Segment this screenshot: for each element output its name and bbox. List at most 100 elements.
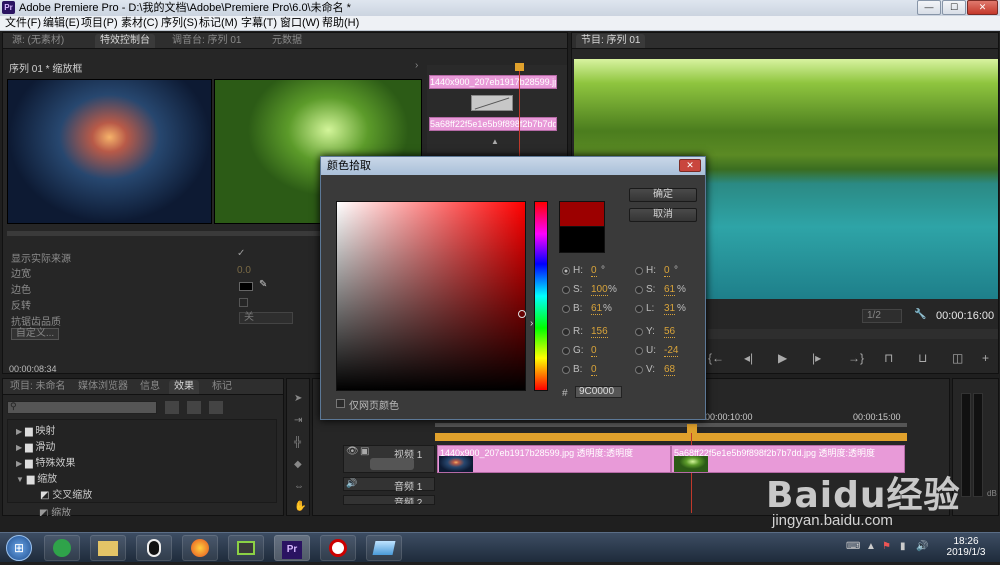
- field-value-s[interactable]: 100: [591, 284, 608, 296]
- eyedropper-icon[interactable]: ✎: [259, 279, 267, 290]
- tab-effect-controls[interactable]: 特效控制台: [95, 34, 155, 48]
- work-area-bar[interactable]: [435, 433, 907, 441]
- network-tray-icon[interactable]: ▮: [900, 541, 906, 552]
- record-icon[interactable]: [320, 535, 356, 561]
- eye-icon[interactable]: 👁: [346, 446, 359, 457]
- mini-playhead[interactable]: [519, 65, 520, 165]
- radio-h-right[interactable]: [635, 267, 643, 275]
- radio-g[interactable]: [562, 347, 570, 355]
- close-window-button[interactable]: ✕: [967, 0, 998, 15]
- hand-tool-icon[interactable]: ✋: [294, 501, 306, 512]
- go-to-in-icon[interactable]: {←: [708, 351, 724, 365]
- original-color-swatch[interactable]: [559, 227, 605, 253]
- tab-info[interactable]: 信息: [135, 380, 165, 394]
- menu-help[interactable]: 帮助(H): [322, 17, 359, 30]
- firefox-icon[interactable]: [182, 535, 218, 561]
- tab-media-browser[interactable]: 媒体浏览器: [73, 380, 133, 394]
- ripple-edit-tool-icon[interactable]: ╬: [294, 437, 301, 448]
- accelerated-effects-icon[interactable]: [165, 401, 179, 414]
- radio-u[interactable]: [635, 347, 643, 355]
- custom-button[interactable]: 自定义...: [11, 328, 59, 340]
- tree-item-zoom[interactable]: ▼ ▆ 缩放: [16, 470, 57, 485]
- 32bit-effects-icon[interactable]: [187, 401, 201, 414]
- radio-s-right[interactable]: [635, 286, 643, 294]
- razor-tool-icon[interactable]: ◆: [294, 459, 302, 470]
- speaker-icon[interactable]: 🔊: [346, 478, 357, 489]
- field-value-l[interactable]: 31: [664, 303, 676, 315]
- premiere-icon[interactable]: Pr: [274, 535, 310, 561]
- prop-value-border-width[interactable]: 0.0: [237, 265, 251, 276]
- start-button[interactable]: ⊞: [6, 535, 32, 561]
- tray-arrow-icon[interactable]: ▲: [866, 541, 876, 552]
- tree-item-zoom-transition[interactable]: ◩ 缩放: [39, 504, 71, 516]
- cancel-button[interactable]: 取消: [629, 208, 697, 222]
- hue-slider-arrow-icon[interactable]: ›: [530, 318, 533, 329]
- tree-item-mapping[interactable]: ▶ ▆ 映射: [16, 422, 55, 437]
- hex-input[interactable]: 9C0000: [575, 386, 622, 398]
- maximize-button[interactable]: ☐: [942, 0, 966, 15]
- track-display-toggle[interactable]: [370, 458, 414, 470]
- mini-transition[interactable]: [471, 95, 513, 111]
- menu-sequence[interactable]: 序列(S): [161, 17, 198, 30]
- field-value-u[interactable]: -24: [664, 345, 679, 357]
- color-field-marker[interactable]: [518, 310, 526, 318]
- web-colors-checkbox[interactable]: [336, 399, 345, 408]
- tree-item-cross-zoom[interactable]: ◩ 交叉缩放: [40, 486, 92, 501]
- effects-search-input[interactable]: ⚲: [7, 401, 157, 414]
- field-value-b-rgb[interactable]: 0: [591, 364, 597, 376]
- tree-item-slide[interactable]: ▶ ▆ 滑动: [16, 438, 55, 453]
- mini-clip-b[interactable]: 5a68ff22f5e1e5b9f898f2b7b7dd: [429, 117, 557, 131]
- field-value-y[interactable]: 56: [664, 326, 676, 338]
- panel-collapse-icon[interactable]: ›: [415, 60, 418, 71]
- tab-program[interactable]: 节目: 序列 01: [576, 34, 646, 48]
- prop-checkbox-reverse[interactable]: [239, 298, 248, 307]
- clock[interactable]: 18:26 2019/1/3: [944, 536, 988, 558]
- lift-icon[interactable]: ⊓: [884, 351, 893, 365]
- menu-clip[interactable]: 素材(C): [121, 17, 158, 30]
- menu-marker[interactable]: 标记(M): [199, 17, 238, 30]
- slip-tool-icon[interactable]: ⇔: [294, 481, 304, 492]
- radio-b-left[interactable]: [562, 305, 570, 313]
- mini-clip-a[interactable]: 1440x900_207eb1917b28599.jpg: [429, 75, 557, 89]
- field-value-h-hsl[interactable]: 0: [664, 265, 670, 277]
- field-value-g[interactable]: 0: [591, 345, 597, 357]
- tab-metadata[interactable]: 元数据: [267, 34, 307, 48]
- saturation-brightness-field[interactable]: [336, 201, 526, 391]
- menu-file[interactable]: 文件(F): [5, 17, 41, 30]
- volume-tray-icon[interactable]: 🔊: [916, 541, 928, 552]
- dialog-close-button[interactable]: ✕: [679, 159, 701, 172]
- antialias-dropdown[interactable]: 关: [239, 312, 293, 324]
- step-back-icon[interactable]: ◂|: [744, 351, 753, 365]
- tab-markers[interactable]: 标记: [207, 380, 237, 394]
- field-value-v[interactable]: 68: [664, 364, 676, 376]
- field-value-h[interactable]: 0: [591, 265, 597, 277]
- prop-checkbox-show-source[interactable]: ✓: [237, 248, 245, 259]
- selection-tool-icon[interactable]: ➤: [294, 393, 302, 404]
- radio-b-rgb[interactable]: [562, 366, 570, 374]
- radio-h-left[interactable]: [562, 267, 570, 275]
- security-tray-icon[interactable]: ⚑: [882, 541, 891, 552]
- extract-icon[interactable]: ⊔: [918, 351, 927, 365]
- timeline-ruler[interactable]: [435, 423, 907, 427]
- border-color-swatch[interactable]: [239, 282, 253, 291]
- menu-title[interactable]: 字幕(T): [241, 17, 277, 30]
- ok-button[interactable]: 确定: [629, 188, 697, 202]
- tree-item-special-effects[interactable]: ▶ ▆ 特殊效果: [16, 454, 75, 469]
- program-scrubber[interactable]: [708, 329, 998, 339]
- field-value-b[interactable]: 61: [591, 303, 603, 315]
- play-icon[interactable]: ▶: [778, 351, 787, 365]
- field-value-s-hsl[interactable]: 61: [664, 284, 676, 296]
- video-clip-1[interactable]: 1440x900_207eb1917b28599.jpg 透明度:透明度: [437, 445, 671, 473]
- tab-project[interactable]: 项目: 未命名: [5, 380, 71, 394]
- menu-project[interactable]: 项目(P): [81, 17, 118, 30]
- radio-r[interactable]: [562, 328, 570, 336]
- track-select-tool-icon[interactable]: ⇥: [294, 415, 302, 426]
- tab-effects[interactable]: 效果: [169, 380, 199, 394]
- go-to-out-icon[interactable]: →}: [848, 351, 864, 365]
- minimize-button[interactable]: —: [917, 0, 941, 15]
- keyboard-tray-icon[interactable]: ⌨: [846, 541, 860, 552]
- timeline-playhead-handle[interactable]: [687, 424, 697, 433]
- hue-slider[interactable]: [534, 201, 548, 391]
- menu-window[interactable]: 窗口(W): [280, 17, 320, 30]
- radio-s-left[interactable]: [562, 286, 570, 294]
